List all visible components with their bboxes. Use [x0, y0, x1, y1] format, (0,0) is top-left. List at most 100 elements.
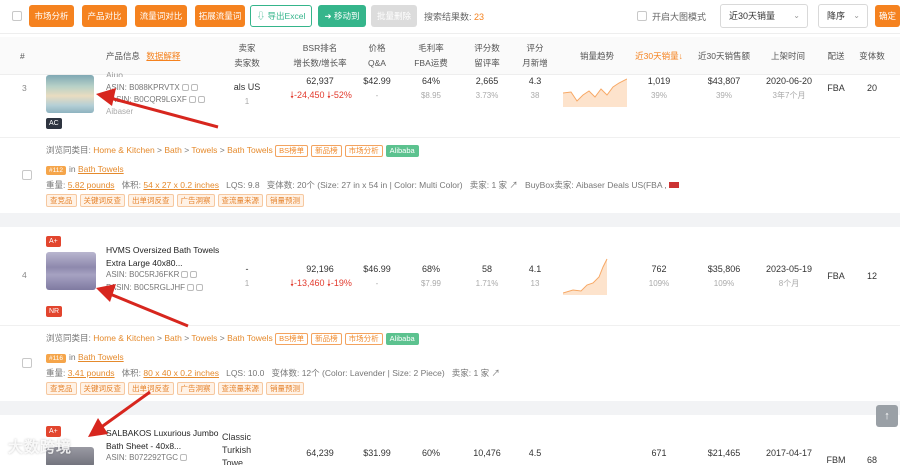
lqs-value: LQS: 10.0 — [226, 368, 265, 378]
keyword-reverse-button[interactable]: 关键词反查 — [79, 194, 125, 207]
scroll-to-top-button[interactable]: ↑ — [876, 405, 898, 427]
category-link[interactable]: Home & Kitchen — [93, 145, 154, 155]
seller-name[interactable]: Classic Turkish Towe — [222, 431, 272, 465]
category-link[interactable]: Home & Kitchen — [93, 333, 154, 343]
batch-delete-button[interactable]: 批量删除 — [371, 5, 417, 27]
category-link[interactable]: Bath — [164, 333, 182, 343]
sales-forecast-button[interactable]: 销量预测 — [266, 194, 304, 207]
ad-insight-button[interactable]: 广告洞察 — [176, 194, 215, 207]
category-link[interactable]: Towels — [191, 145, 217, 155]
row-checkbox[interactable] — [22, 358, 32, 368]
row-checkbox[interactable] — [22, 170, 32, 180]
launch-date: 2017-04-17 — [765, 448, 813, 458]
chart-icon[interactable] — [195, 284, 203, 292]
sales-trend-chart[interactable] — [563, 75, 627, 107]
copy-icon[interactable] — [186, 284, 194, 292]
header-rating-count[interactable]: 评分数 留评率 — [470, 41, 504, 71]
product-compare-button[interactable]: 产品对比 — [82, 5, 127, 27]
weight-value[interactable]: 3.41 pounds — [68, 368, 115, 378]
sales-trend-chart[interactable] — [563, 255, 611, 295]
delivery-value: FBM — [826, 455, 846, 465]
price-label: 价格 — [368, 43, 386, 53]
order-word-reverse-button[interactable]: 出单词反查 — [128, 194, 174, 207]
copy-icon[interactable] — [188, 96, 196, 104]
big-image-checkbox[interactable] — [637, 11, 647, 21]
header-bsr[interactable]: BSR排名 增长数/增长率 — [285, 41, 355, 71]
new-list-tag[interactable]: 新品榜 — [311, 145, 342, 157]
move-to-button[interactable]: ➜ 移动到 — [318, 5, 366, 27]
copy-icon[interactable] — [181, 271, 189, 279]
ad-insight-button[interactable]: 广告洞察 — [176, 382, 215, 395]
data-explain-link[interactable]: 数据解释 — [146, 51, 180, 61]
bs-list-tag[interactable]: BS榜单 — [275, 333, 309, 345]
find-competitor-button[interactable]: 查竞品 — [46, 194, 77, 207]
rank-category-link[interactable]: Bath Towels — [78, 352, 124, 362]
header-margin[interactable]: 毛利率 FBA运费 — [412, 41, 450, 71]
category-link[interactable]: Bath Towels — [227, 333, 273, 343]
arrow-icon[interactable]: ↗ — [491, 368, 500, 378]
pasin-text: PASIN: B0CQR9LGXF — [106, 95, 205, 104]
asin-value: ASIN: B072292TGC — [106, 453, 179, 462]
volume-value[interactable]: 54 x 27 x 0.2 inches — [143, 180, 219, 190]
traffic-source-button[interactable]: 查流量来源 — [217, 382, 263, 395]
copy-icon[interactable] — [181, 84, 189, 92]
qa-label: Q&A — [368, 58, 386, 68]
weight-label: 重量: — [46, 368, 66, 378]
rank-category-link[interactable]: Bath Towels — [78, 164, 124, 174]
amount30-value: $35,806 — [707, 264, 741, 274]
find-competitor-button[interactable]: 查竞品 — [46, 382, 77, 395]
product-thumbnail[interactable] — [46, 252, 96, 290]
order-word-reverse-button[interactable]: 出单词反查 — [128, 382, 174, 395]
sort-field-select[interactable]: 近30天销量 ⌄ — [720, 4, 808, 28]
watermark-logo: 大数跨境 — [8, 439, 73, 456]
header-rating[interactable]: 评分 月新增 — [520, 41, 550, 71]
chart-icon[interactable] — [190, 84, 198, 92]
market-analysis-tag[interactable]: 市场分析 — [344, 145, 383, 157]
product-thumbnail[interactable] — [46, 75, 94, 113]
header-variants[interactable]: 变体数 — [858, 49, 886, 64]
ac-badge: AC — [46, 118, 62, 129]
table-row: A+ SALBAKOS Luxurious Jumbo Bath Sheet -… — [0, 415, 900, 465]
price-value: $31.99 — [363, 448, 391, 458]
traffic-source-button[interactable]: 查流量来源 — [217, 194, 263, 207]
header-launch[interactable]: 上架时间 — [770, 49, 806, 64]
category-link[interactable]: Bath Towels — [227, 145, 273, 155]
export-excel-button[interactable]: ⇩ 导出Excel — [250, 5, 312, 27]
rank-badge: #116 — [46, 354, 66, 363]
volume-value[interactable]: 80 x 40 x 0.2 inches — [143, 368, 219, 378]
copy-icon[interactable] — [180, 454, 188, 462]
bs-list-tag[interactable]: BS榜单 — [275, 145, 309, 157]
traffic-word-compare-button[interactable]: 流量词对比 — [135, 5, 187, 27]
category-link[interactable]: Towels — [191, 333, 217, 343]
header-price[interactable]: 价格 Q&A — [360, 41, 394, 71]
delivery-value: FBA — [827, 271, 845, 281]
product-title[interactable]: HVMS Oversized Bath Towels Extra Large 4… — [106, 244, 224, 270]
market-analysis-button[interactable]: 市场分析 — [29, 5, 74, 27]
chart-icon[interactable] — [190, 271, 198, 279]
weight-value[interactable]: 5.82 pounds — [68, 180, 115, 190]
header-sales-amount30[interactable]: 近30天销售额 — [695, 49, 753, 64]
seller-name[interactable]: als US — [232, 81, 262, 94]
header-sales30[interactable]: 近30天销量↓ — [630, 49, 688, 64]
product-title[interactable]: SALBAKOS Luxurious Jumbo Bath Sheet - 40… — [106, 427, 224, 453]
monthly-new-label: 月新增 — [522, 58, 548, 68]
sort-order-select[interactable]: 降序 ⌄ — [818, 4, 868, 28]
qa-value: - — [375, 279, 379, 288]
chart-icon[interactable] — [197, 96, 205, 104]
category-link[interactable]: Bath — [164, 145, 182, 155]
rank-badge: #112 — [46, 166, 66, 175]
product-title[interactable]: Aiuo... — [106, 69, 224, 77]
keyword-reverse-button[interactable]: 关键词反查 — [79, 382, 125, 395]
expand-traffic-word-button[interactable]: 拓展流量词 — [195, 5, 245, 27]
confirm-button[interactable]: 确定 — [875, 5, 900, 27]
variants-value: 12 — [866, 271, 877, 281]
alibaba-tag[interactable]: Alibaba — [385, 333, 419, 345]
alibaba-tag[interactable]: Alibaba — [385, 145, 419, 157]
market-analysis-tag[interactable]: 市场分析 — [344, 333, 383, 345]
arrow-icon[interactable]: ↗ — [509, 180, 518, 190]
select-all-checkbox[interactable] — [12, 11, 22, 21]
brand-text[interactable]: Aibaser — [106, 107, 133, 116]
new-list-tag[interactable]: 新品榜 — [311, 333, 342, 345]
rating-count-label: 评分数 — [474, 43, 500, 53]
sales-forecast-button[interactable]: 销量预测 — [266, 382, 304, 395]
